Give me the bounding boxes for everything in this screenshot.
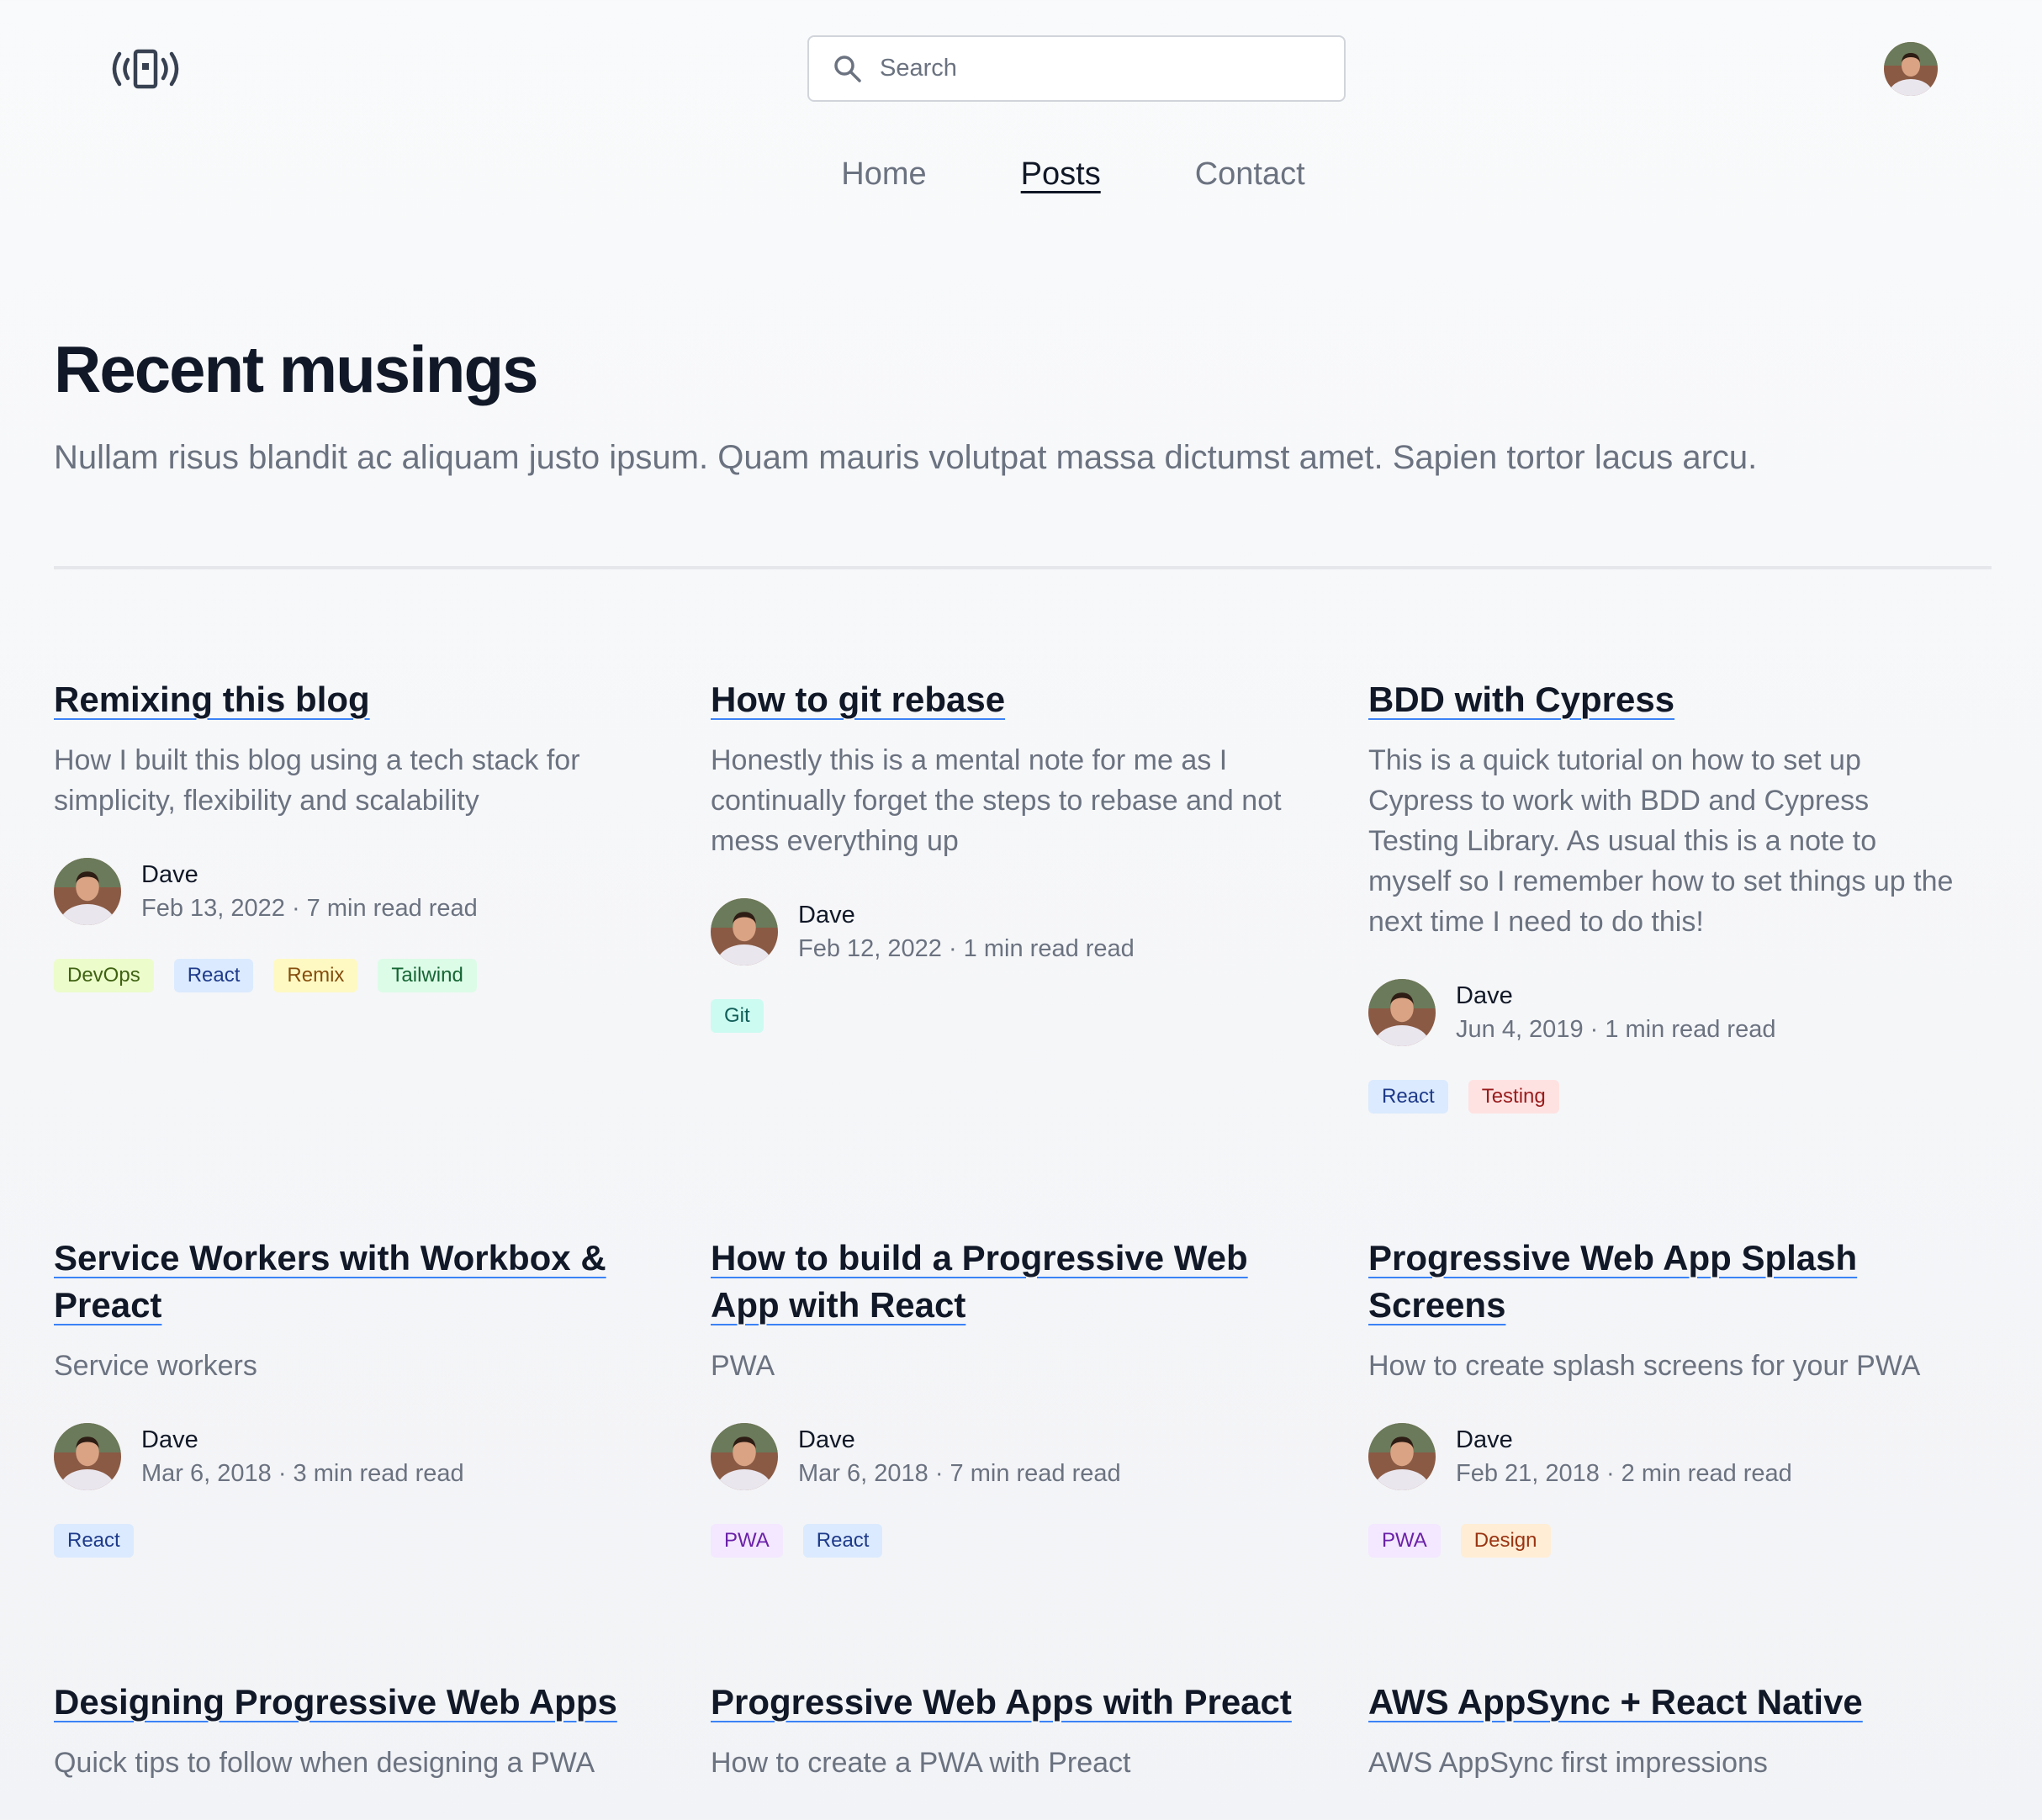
post-title: BDD with Cypress [1368,676,1957,723]
post-date-readtime: Feb 13, 2022 · 7 min read read [141,895,478,922]
nav-home[interactable]: Home [841,156,926,193]
post-title: How to git rebase [711,676,1299,723]
broadcast-device-icon[interactable] [108,49,183,89]
post-description: AWS AppSync first impressions [1368,1747,1768,1779]
page: Home Posts Contact Recent musings Nullam… [0,0,2042,1820]
author-name: Dave [798,1426,855,1453]
tag-badge[interactable]: Tailwind [378,959,477,992]
post-author: Dave Jun 4, 2019 · 1 min read read [1368,979,1957,1046]
tag-badge[interactable]: Git [711,999,764,1033]
post-author: Dave Feb 12, 2022 · 1 min read read [711,898,1299,966]
post-title-link[interactable]: Remixing this blog [54,680,370,719]
post-card: Remixing this blog How I built this blog … [54,676,643,992]
post-title: Service Workers with Workbox & Preact [54,1235,643,1329]
post-title: AWS AppSync + React Native [1368,1679,1957,1726]
post-title: Progressive Web App Splash Screens [1368,1235,1957,1329]
post-title-link[interactable]: BDD with Cypress [1368,680,1674,719]
post-date-readtime: Mar 6, 2018 · 3 min read read [141,1460,464,1487]
page-title: Recent musings [54,332,538,406]
main-nav: Home Posts Contact [54,156,2042,193]
post-title-link[interactable]: Designing Progressive Web Apps [54,1682,617,1722]
tag-badge[interactable]: React [1368,1080,1448,1114]
post-title-link[interactable]: AWS AppSync + React Native [1368,1682,1863,1722]
tag-badge[interactable]: Remix [273,959,358,992]
post-author: Dave Mar 6, 2018 · 3 min read read [54,1423,643,1490]
search-icon [834,55,861,82]
post-card: Designing Progressive Web Apps Quick tips… [54,1679,643,1783]
author-avatar [54,1423,121,1490]
post-description: How to create a PWA with Preact [711,1747,1131,1779]
search-input[interactable] [880,55,1317,82]
post-description: How I built this blog using a tech stack… [54,744,580,817]
post-card: Progressive Web App Splash Screens How to… [1368,1235,1957,1558]
post-description: Service workers [54,1350,257,1382]
post-title-link[interactable]: Progressive Web Apps with Preact [711,1682,1292,1722]
post-date-readtime: Feb 21, 2018 · 2 min read read [1456,1460,1792,1487]
post-title: How to build a Progressive Web App with … [711,1235,1299,1329]
post-author: Dave Feb 13, 2022 · 7 min read read [54,858,643,925]
post-date-readtime: Feb 12, 2022 · 1 min read read [798,935,1135,962]
post-card: How to git rebase Honestly this is a ment… [711,676,1299,1033]
tag-badge[interactable]: PWA [711,1524,783,1558]
tag-badge[interactable]: React [54,1524,134,1558]
post-tags: PWA Design [1368,1524,1957,1558]
post-description: PWA [711,1350,775,1382]
post-tags: React Testing [1368,1080,1957,1114]
post-card: Service Workers with Workbox & Preact Ser… [54,1235,643,1558]
divider [54,566,1992,569]
post-date-readtime: Mar 6, 2018 · 7 min read read [798,1460,1121,1487]
author-avatar [54,858,121,925]
post-tags: React [54,1524,643,1558]
post-author: Dave Feb 21, 2018 · 2 min read read [1368,1423,1957,1490]
post-title-link[interactable]: How to build a Progressive Web App with … [711,1238,1248,1325]
author-name: Dave [141,1426,198,1453]
tag-badge[interactable]: React [802,1524,883,1558]
author-avatar [711,898,778,966]
post-title-link[interactable]: Progressive Web App Splash Screens [1368,1238,1857,1325]
post-title: Progressive Web Apps with Preact [711,1679,1299,1726]
tag-badge[interactable]: React [173,959,254,992]
header: Home Posts Contact [54,0,1988,192]
user-avatar[interactable] [1884,42,1938,96]
author-name: Dave [141,861,198,888]
post-title-link[interactable]: Service Workers with Workbox & Preact [54,1238,606,1325]
page-subtitle: Nullam risus blandit ac aliquam justo ip… [54,439,1758,476]
post-card: Progressive Web Apps with Preact How to c… [711,1679,1299,1783]
hero: Recent musings Nullam risus blandit ac a… [54,336,1988,479]
post-card: BDD with Cypress This is a quick tutorial… [1368,676,1957,1114]
tag-badge[interactable]: PWA [1368,1524,1441,1558]
post-tags: PWA React [711,1524,1299,1558]
tag-badge[interactable]: DevOps [54,959,154,992]
post-description: How to create splash screens for your PW… [1368,1350,1921,1382]
post-author: Dave Mar 6, 2018 · 7 min read read [711,1423,1299,1490]
author-avatar [1368,1423,1436,1490]
post-description: Quick tips to follow when designing a PW… [54,1747,595,1779]
post-title: Remixing this blog [54,676,643,723]
nav-contact[interactable]: Contact [1195,156,1305,193]
author-name: Dave [1456,982,1513,1009]
post-date-readtime: Jun 4, 2019 · 1 min read read [1456,1016,1776,1043]
post-title-link[interactable]: How to git rebase [711,680,1005,719]
post-tags: DevOps React Remix Tailwind [54,959,643,992]
post-description: Honestly this is a mental note for me as… [711,744,1282,857]
tag-badge[interactable]: Design [1460,1524,1551,1558]
search-box[interactable] [807,35,1346,102]
post-card: AWS AppSync + React Native AWS AppSync fi… [1368,1679,1957,1783]
author-avatar [711,1423,778,1490]
nav-posts[interactable]: Posts [1021,156,1101,193]
post-card: How to build a Progressive Web App with … [711,1235,1299,1558]
author-name: Dave [798,902,855,929]
post-description: This is a quick tutorial on how to set u… [1368,744,1954,938]
tag-badge[interactable]: Testing [1468,1080,1559,1114]
post-tags: Git [711,999,1299,1033]
post-title: Designing Progressive Web Apps [54,1679,643,1726]
author-avatar [1368,979,1436,1046]
author-name: Dave [1456,1426,1513,1453]
